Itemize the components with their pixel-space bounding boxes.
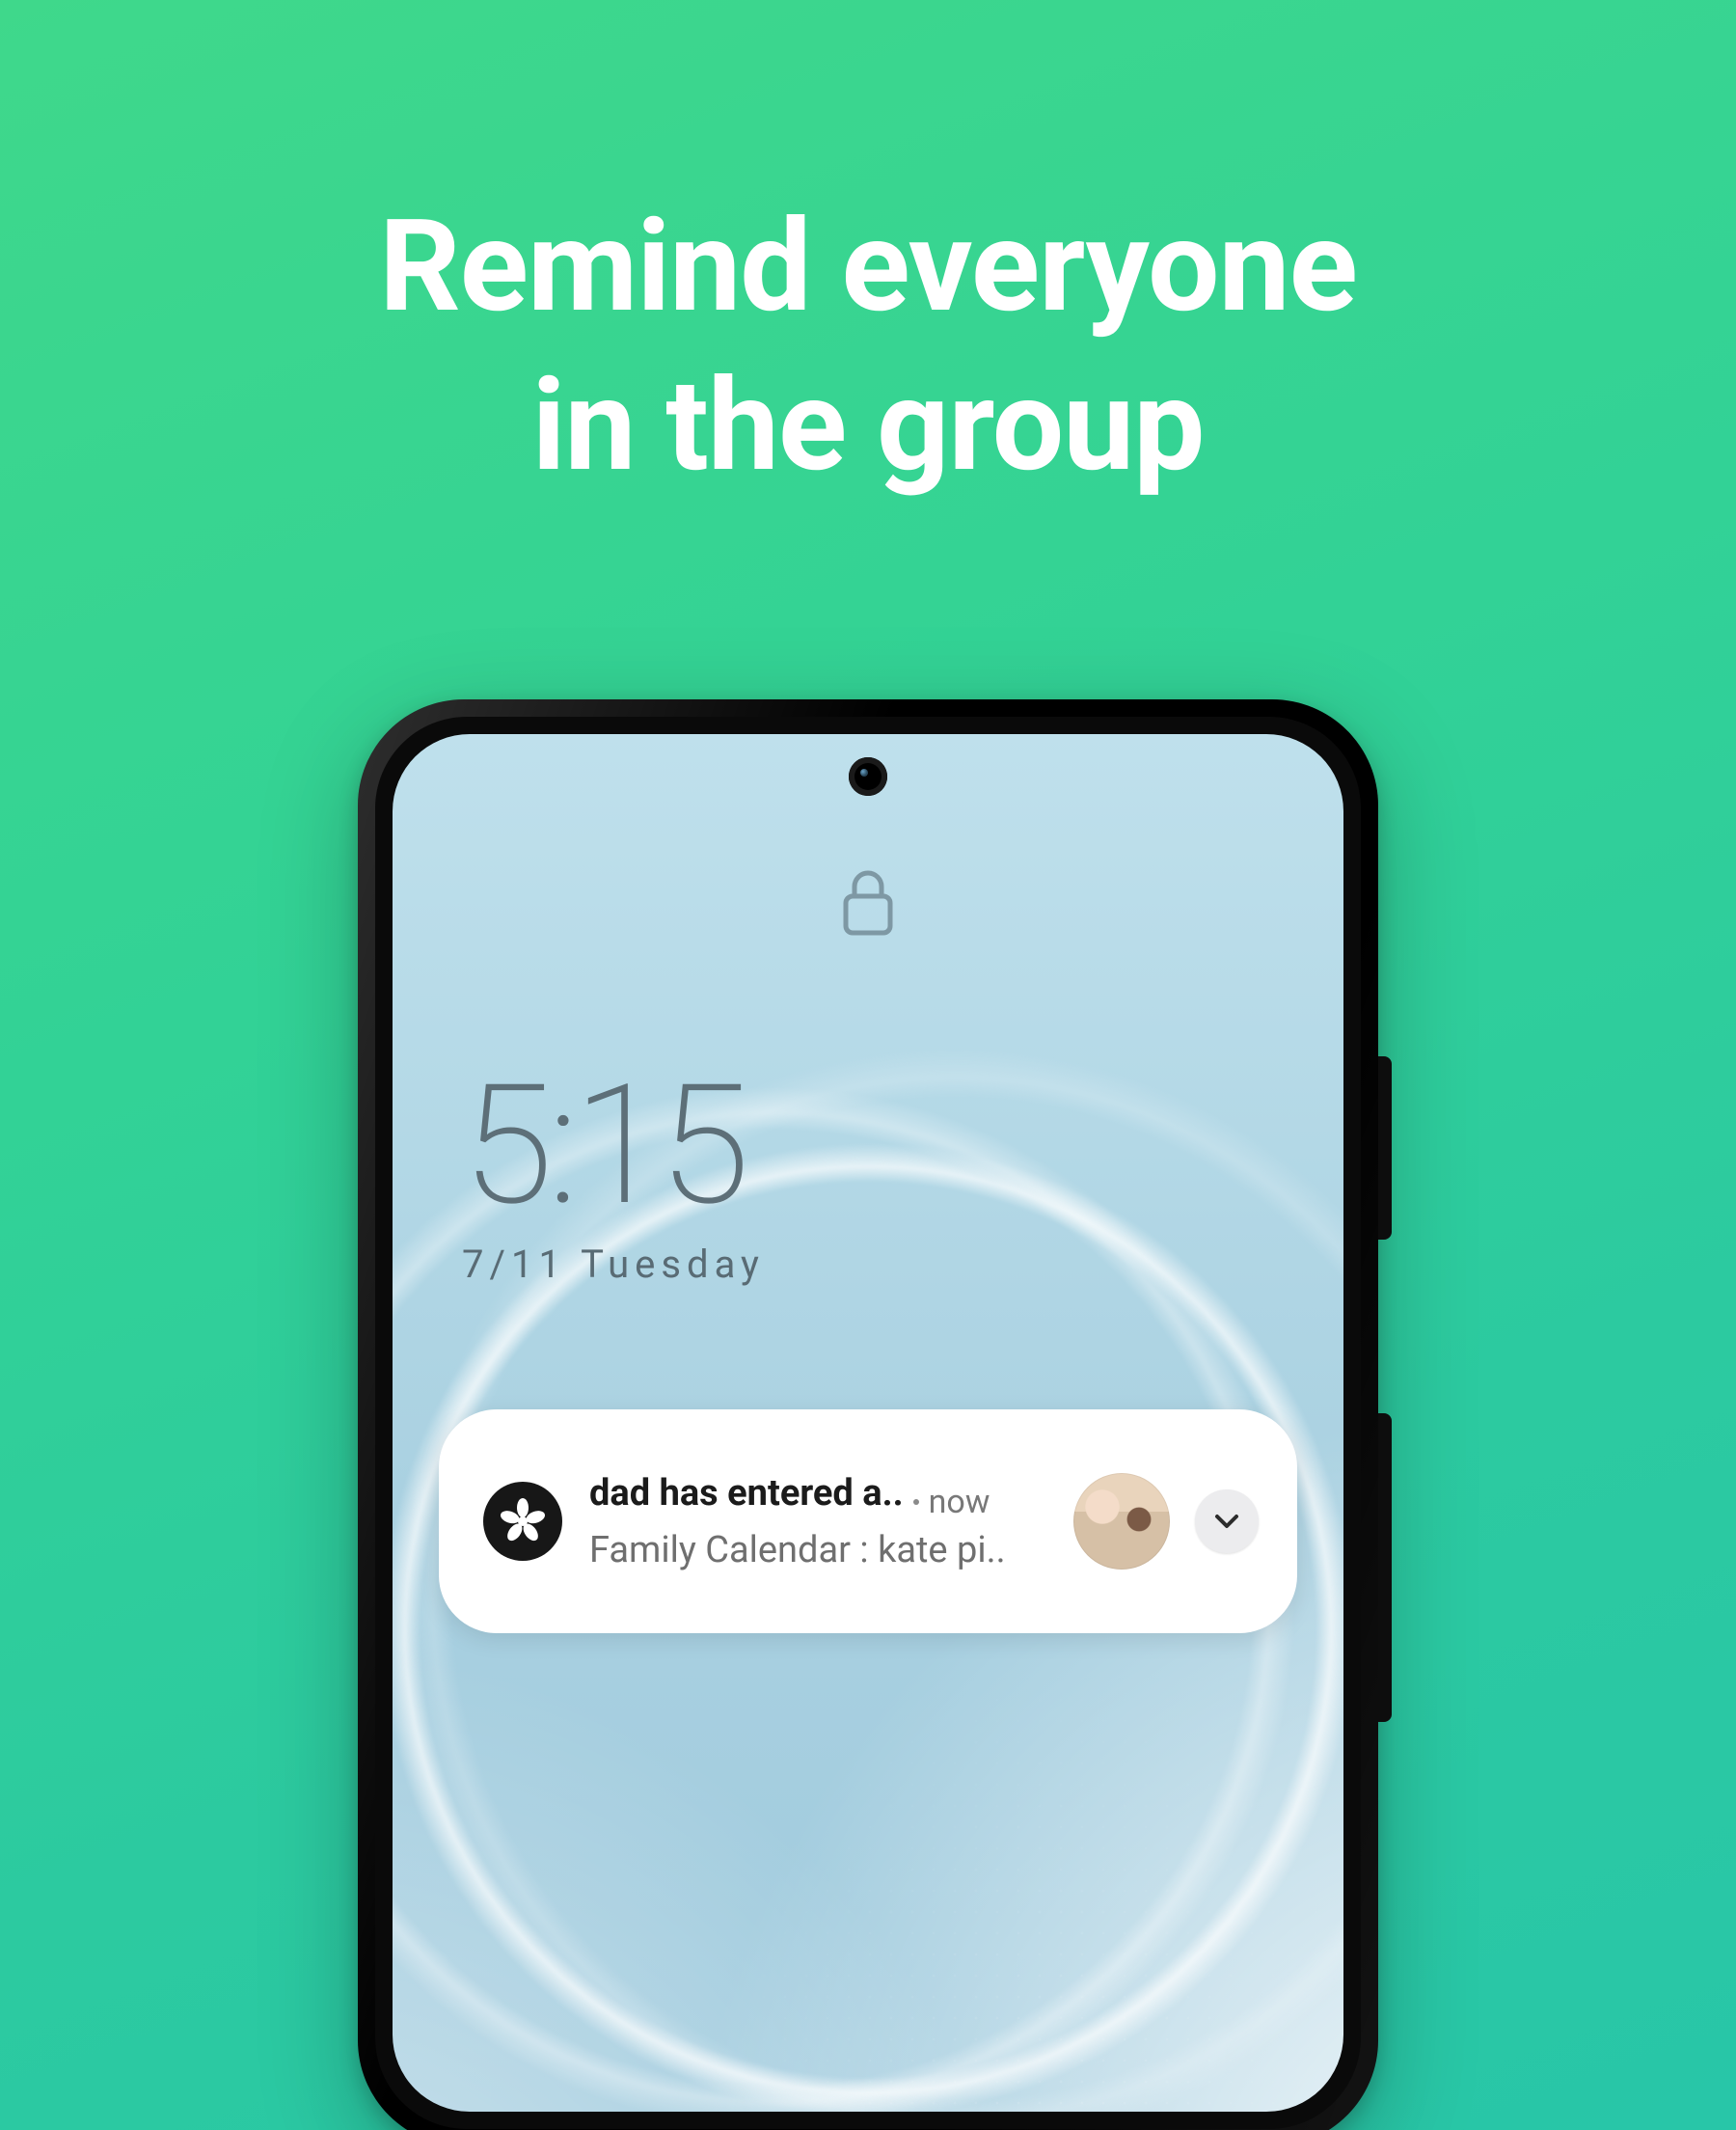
notification-timestamp: now [929,1483,990,1521]
camera-notch [849,757,887,796]
phone-bezel: 5:15 7/11 Tuesday [375,717,1361,2129]
headline-line1: Remind everyone [87,188,1649,347]
flower-icon [499,1497,547,1545]
notification-subtitle: Family Calendar : kate pi.. [589,1529,1054,1571]
phone-side-button-lower [1378,1413,1392,1722]
wallpaper-strand [393,734,1343,2112]
lock-icon [841,869,895,941]
notification-meta: now [913,1483,990,1521]
lockscreen-clock: 5:15 7/11 Tuesday [462,1062,765,1287]
wallpaper-strand [393,734,1343,2112]
notification-expand-button[interactable] [1195,1489,1259,1553]
notification-card[interactable]: dad has entered a.. now Family Calendar … [439,1409,1297,1633]
phone-side-button-upper [1378,1056,1392,1240]
phone-screen[interactable]: 5:15 7/11 Tuesday [393,734,1343,2112]
lockscreen-time: 5:15 [462,1062,765,1228]
wallpaper-strand [393,734,1343,2112]
notification-avatar [1073,1473,1170,1570]
chevron-down-icon [1212,1507,1241,1536]
notification-text: dad has entered a.. now Family Calendar … [589,1472,1054,1571]
notification-app-icon [483,1482,562,1561]
promo-slide: Remind everyone in the group 5:15 [0,0,1736,2130]
notification-title: dad has entered a.. [589,1472,904,1515]
lockscreen-date: 7/11 Tuesday [462,1242,765,1287]
phone-frame: 5:15 7/11 Tuesday [358,699,1378,2130]
dot-separator-icon [913,1499,919,1505]
headline: Remind everyone in the group [87,188,1649,506]
headline-line2: in the group [87,347,1649,506]
